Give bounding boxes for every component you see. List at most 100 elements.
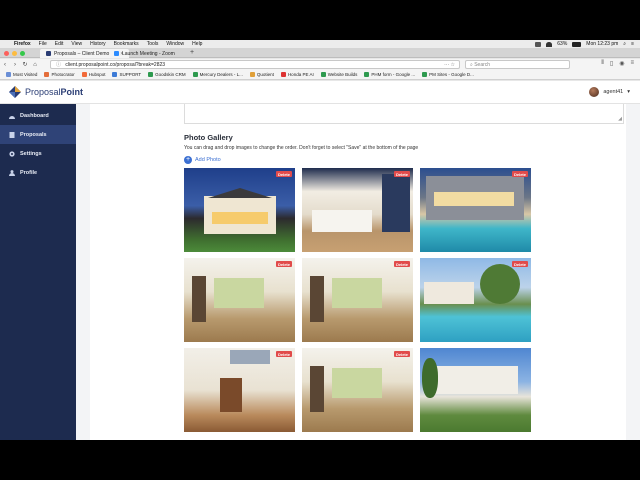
new-tab-button[interactable]: + xyxy=(190,49,194,56)
desktop-screen: Firefox File Edit View History Bookmarks… xyxy=(0,40,640,440)
sidebar-item-dashboard[interactable]: Dashboard xyxy=(0,106,76,125)
extension-icon[interactable]: ◉ xyxy=(619,60,624,67)
balcony-shape xyxy=(230,350,270,364)
user-name: agent41 xyxy=(603,89,624,95)
forward-icon[interactable]: › xyxy=(10,62,20,68)
menu-list-icon[interactable]: ≡ xyxy=(631,41,634,47)
photo-tile[interactable] xyxy=(420,348,531,432)
user-menu[interactable]: agent41 ▾ xyxy=(589,87,630,97)
bookmark-item[interactable]: Website Builds xyxy=(320,72,357,77)
gallery-help-text: You can drag and drop images to change t… xyxy=(184,145,419,151)
delete-photo-button[interactable]: Delete xyxy=(393,171,410,177)
menu-view[interactable]: View xyxy=(71,41,82,47)
wifi-icon[interactable] xyxy=(546,41,553,47)
menu-edit[interactable]: Edit xyxy=(55,41,64,47)
menu-file[interactable]: File xyxy=(39,41,47,47)
bookmark-item[interactable]: Hubspot xyxy=(81,72,105,77)
menu-history[interactable]: History xyxy=(90,41,106,47)
zoom-window-button[interactable] xyxy=(20,51,25,56)
minimize-window-button[interactable] xyxy=(12,51,17,56)
delete-photo-button[interactable]: Delete xyxy=(393,261,410,267)
menu-bookmarks[interactable]: Bookmarks xyxy=(114,41,139,47)
island-shape xyxy=(312,210,372,232)
resize-handle-icon[interactable]: ◢ xyxy=(618,116,622,122)
back-icon[interactable]: ‹ xyxy=(0,62,10,68)
status-area: 63% Mon 12:23 pm ⌕ ≡ xyxy=(535,41,640,47)
proposal-card: ◢ Photo Gallery You can drag and drop im… xyxy=(90,104,626,440)
sidebar-item-settings[interactable]: Settings xyxy=(0,144,76,163)
photo-tile[interactable]: Delete xyxy=(184,348,295,432)
bookmarks-bar: Most Visited Photocrator Hubspot SUPPORT… xyxy=(0,70,640,80)
photo-tile[interactable]: Delete xyxy=(302,258,413,342)
main-content: ◢ Photo Gallery You can drag and drop im… xyxy=(76,104,640,440)
delete-photo-button[interactable]: Delete xyxy=(275,261,292,267)
sidebar-item-label: Dashboard xyxy=(20,112,49,119)
tab-zoom[interactable]: Launch Meeting - Zoom xyxy=(108,49,181,58)
shelf-shape xyxy=(310,366,324,412)
avatar xyxy=(589,87,600,97)
close-window-button[interactable] xyxy=(4,51,9,56)
home-icon[interactable]: ⌂ xyxy=(30,62,40,68)
bookmark-item[interactable]: Quotient xyxy=(249,72,274,77)
bookmark-item[interactable]: PHM form - Google ... xyxy=(364,72,415,77)
document-icon xyxy=(9,131,15,138)
plus-icon: + xyxy=(184,156,192,164)
battery-percent[interactable]: 63% xyxy=(557,41,567,47)
sidebar-item-profile[interactable]: Profile xyxy=(0,163,76,182)
photo-tile[interactable]: Delete xyxy=(302,168,413,252)
search-field[interactable]: ⌕ Search xyxy=(465,60,570,69)
sidebar-item-label: Settings xyxy=(20,150,42,157)
clock[interactable]: Mon 12:23 pm xyxy=(586,41,618,47)
delete-photo-button[interactable]: Delete xyxy=(275,351,292,357)
bookmark-item[interactable]: PM Sites - Google D... xyxy=(422,72,474,77)
menu-app-name[interactable]: Firefox xyxy=(14,41,31,47)
reload-icon[interactable]: ↻ xyxy=(20,61,30,68)
delete-photo-button[interactable]: Delete xyxy=(511,171,528,177)
toolbar-right: ⫴ ▯ ◉ ≡ xyxy=(601,60,634,67)
delete-photo-button[interactable]: Delete xyxy=(275,171,292,177)
notes-textarea[interactable]: ◢ xyxy=(184,104,624,124)
sidebar-item-proposals[interactable]: Proposals xyxy=(0,125,76,144)
bookmark-item[interactable]: Most Visited xyxy=(6,72,37,77)
shelf-shape xyxy=(192,276,206,322)
bookmark-item[interactable]: Goodskin CRM xyxy=(148,72,186,77)
menu-tools[interactable]: Tools xyxy=(147,41,159,47)
sidebar-item-label: Proposals xyxy=(20,131,47,138)
door-shape xyxy=(220,378,242,412)
photo-tile[interactable]: Delete xyxy=(184,258,295,342)
menu-help[interactable]: Help xyxy=(192,41,202,47)
hamburger-menu-icon[interactable]: ≡ xyxy=(630,60,634,67)
photo-tile[interactable]: Delete xyxy=(420,258,531,342)
bookmark-item[interactable]: Mercury Dealers - L... xyxy=(192,72,243,77)
browser-nav-bar: ‹ › ↻ ⌂ ⓘ client.proposalpoint.co/propos… xyxy=(0,59,640,70)
gallery-title: Photo Gallery xyxy=(184,133,233,142)
bookmark-item[interactable]: Photocrator xyxy=(44,72,75,77)
battery-icon[interactable] xyxy=(572,41,582,47)
brand-logo[interactable]: ProposalPoint xyxy=(8,85,83,99)
add-photo-button[interactable]: + Add Photo xyxy=(184,156,221,164)
search-icon[interactable]: ⌕ xyxy=(623,41,626,47)
photo-tile[interactable]: Delete xyxy=(302,348,413,432)
tree-shape xyxy=(480,264,520,304)
sidebar-toggle-icon[interactable]: ▯ xyxy=(610,60,613,67)
browser-tab-bar: Proposals – Client Demo × Launch Meeting… xyxy=(0,48,640,58)
delete-photo-button[interactable]: Delete xyxy=(511,261,528,267)
page-actions-icon[interactable]: ··· ☆ xyxy=(444,61,455,69)
delete-photo-button[interactable]: Delete xyxy=(393,351,410,357)
favicon-icon xyxy=(46,51,51,56)
library-icon[interactable]: ⫴ xyxy=(601,60,604,67)
menu-window[interactable]: Window xyxy=(166,41,184,47)
dashboard-icon xyxy=(9,115,15,119)
bookmark-item[interactable]: Honda PE AI xyxy=(280,72,314,77)
photo-tile[interactable]: Delete xyxy=(184,168,295,252)
url-bar[interactable]: ⓘ client.proposalpoint.co/proposal?break… xyxy=(50,60,460,69)
url-text: client.proposalpoint.co/proposal?break=2… xyxy=(65,62,166,68)
info-icon[interactable]: ⓘ xyxy=(56,62,61,68)
status-icon[interactable] xyxy=(535,41,542,47)
chevron-down-icon: ▾ xyxy=(627,89,630,95)
window-shape xyxy=(332,368,382,398)
photo-tile[interactable]: Delete xyxy=(420,168,531,252)
app-header: ProposalPoint agent41 ▾ xyxy=(0,81,640,104)
bookmark-item[interactable]: SUPPORT xyxy=(112,72,141,77)
add-photo-label: Add Photo xyxy=(195,157,221,163)
